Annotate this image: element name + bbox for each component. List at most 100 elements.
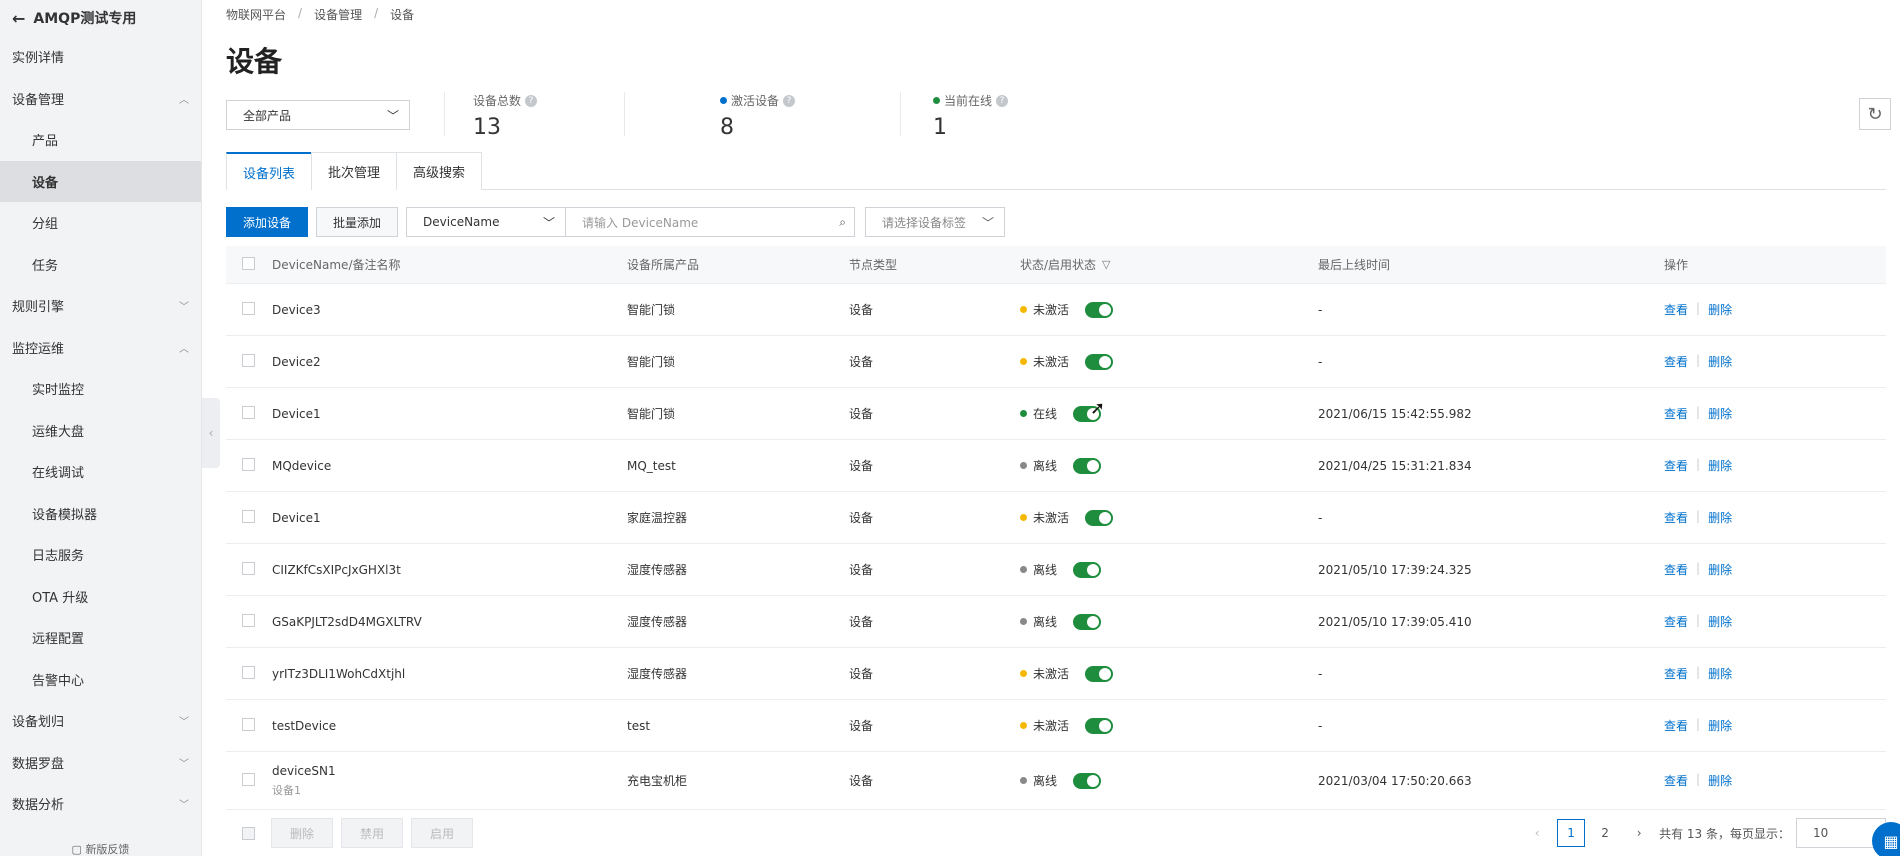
sidebar-item[interactable]: 运维大盘 (0, 410, 201, 452)
add-device-button[interactable]: 添加设备 (226, 207, 309, 237)
enable-toggle[interactable] (1073, 561, 1102, 578)
view-link[interactable]: 查看 (1664, 772, 1688, 789)
delete-link[interactable]: 删除 (1708, 717, 1732, 734)
row-checkbox[interactable] (242, 301, 255, 315)
device-name[interactable]: Device1 (272, 511, 627, 525)
sidebar-item[interactable]: 设备模拟器 (0, 493, 201, 535)
select-all-checkbox[interactable] (242, 256, 255, 270)
filter-icon[interactable]: ▽ (1102, 258, 1110, 271)
search-input[interactable]: 请输入 DeviceName ⌕ (565, 207, 856, 237)
delete-link[interactable]: 删除 (1708, 665, 1732, 682)
prev-page-icon[interactable]: ‹ (1523, 819, 1551, 847)
view-link[interactable]: 查看 (1664, 457, 1688, 474)
help-icon[interactable]: ? (996, 94, 1009, 107)
mouse-cursor-icon: ➚ (1090, 398, 1106, 419)
row-checkbox[interactable] (242, 353, 255, 367)
view-link[interactable]: 查看 (1664, 301, 1688, 318)
sidebar-item[interactable]: OTA 升级 (0, 576, 201, 618)
delete-link[interactable]: 删除 (1708, 561, 1732, 578)
device-name[interactable]: deviceSN1 (272, 764, 627, 778)
sidebar-item[interactable]: 分组 (0, 202, 201, 244)
sidebar-item[interactable]: 数据罗盘 ﹀ (0, 742, 201, 784)
view-link[interactable]: 查看 (1664, 405, 1688, 422)
sidebar-item[interactable]: 在线调试 (0, 451, 201, 493)
sidebar-item[interactable]: 设备划归 ﹀ (0, 700, 201, 742)
select-all-checkbox-footer[interactable] (242, 826, 255, 840)
tab-advanced-search[interactable]: 高级搜索 (396, 152, 483, 190)
row-checkbox[interactable] (242, 717, 255, 731)
bulk-disable-button[interactable]: 禁用 (341, 818, 404, 848)
delete-link[interactable]: 删除 (1708, 457, 1732, 474)
search-field-select[interactable]: DeviceName ﹀ (406, 207, 567, 237)
delete-link[interactable]: 删除 (1708, 301, 1732, 318)
delete-link[interactable]: 删除 (1708, 353, 1732, 370)
sidebar-header[interactable]: ← AMQP测试专用 (0, 0, 201, 36)
bulk-delete-button[interactable]: 删除 (271, 818, 334, 848)
sidebar-item[interactable]: 告警中心 (0, 659, 201, 701)
view-link[interactable]: 查看 (1664, 509, 1688, 526)
sidebar-item[interactable]: 任务 (0, 244, 201, 286)
device-name[interactable]: yrITz3DLI1WohCdXtjhl (272, 667, 627, 681)
sidebar-item[interactable]: 设备 (0, 160, 201, 202)
view-link[interactable]: 查看 (1664, 561, 1688, 578)
device-name[interactable]: testDevice (272, 719, 627, 733)
device-name[interactable]: Device1 (272, 407, 627, 421)
sidebar-item[interactable]: 实例详情 (0, 36, 201, 78)
row-checkbox[interactable] (242, 772, 255, 786)
help-icon[interactable]: ? (783, 94, 796, 107)
view-link[interactable]: 查看 (1664, 353, 1688, 370)
page-button[interactable]: 1 (1557, 819, 1586, 847)
enable-toggle[interactable] (1085, 353, 1114, 370)
breadcrumb-item[interactable]: 设备管理 (314, 6, 362, 23)
enable-toggle[interactable] (1085, 301, 1114, 318)
sidebar-collapse-handle[interactable]: ‹ (202, 398, 220, 468)
batch-add-button[interactable]: 批量添加 (316, 207, 399, 237)
next-page-icon[interactable]: › (1625, 819, 1653, 847)
sidebar-item[interactable]: 远程配置 (0, 617, 201, 659)
row-checkbox[interactable] (242, 665, 255, 679)
row-checkbox[interactable] (242, 405, 255, 419)
sidebar-item[interactable]: 产品 (0, 119, 201, 161)
enable-toggle[interactable] (1085, 509, 1114, 526)
enable-toggle[interactable] (1085, 665, 1114, 682)
sidebar-item[interactable]: 日志服务 (0, 534, 201, 576)
refresh-button[interactable]: ↻ (1859, 98, 1891, 130)
tab-batch-manage[interactable]: 批次管理 (311, 152, 398, 190)
help-icon[interactable]: ? (525, 94, 538, 107)
enable-toggle[interactable] (1073, 457, 1102, 474)
enable-toggle[interactable] (1073, 772, 1102, 789)
view-link[interactable]: 查看 (1664, 717, 1688, 734)
bulk-enable-button[interactable]: 启用 (411, 818, 474, 848)
enable-toggle[interactable] (1073, 613, 1102, 630)
device-name[interactable]: GSaKPJLT2sdD4MGXLTRV (272, 615, 627, 629)
delete-link[interactable]: 删除 (1708, 405, 1732, 422)
view-link[interactable]: 查看 (1664, 665, 1688, 682)
search-icon[interactable]: ⌕ (839, 215, 846, 230)
feedback-link[interactable]: ▢ 新版反馈 (0, 842, 201, 856)
breadcrumb-item[interactable]: 物联网平台 (226, 6, 286, 23)
device-name[interactable]: CIIZKfCsXIPcJxGHXl3t (272, 563, 627, 577)
row-checkbox[interactable] (242, 457, 255, 471)
sidebar-item[interactable]: 实时监控 (0, 368, 201, 410)
delete-link[interactable]: 删除 (1708, 613, 1732, 630)
device-name[interactable]: Device3 (272, 303, 627, 317)
grid-menu-button[interactable]: ▦ (1872, 822, 1900, 856)
tab-device-list[interactable]: 设备列表 (226, 152, 313, 190)
sidebar-item[interactable]: 数据分析 ﹀ (0, 783, 201, 825)
device-name[interactable]: MQdevice (272, 459, 627, 473)
view-link[interactable]: 查看 (1664, 613, 1688, 630)
page-button[interactable]: 2 (1591, 819, 1619, 847)
delete-link[interactable]: 删除 (1708, 772, 1732, 789)
device-name[interactable]: Device2 (272, 355, 627, 369)
enable-toggle[interactable] (1085, 717, 1114, 734)
back-arrow-icon[interactable]: ← (12, 9, 25, 28)
row-checkbox[interactable] (242, 613, 255, 627)
row-checkbox[interactable] (242, 561, 255, 575)
tag-select[interactable]: 请选择设备标签 ﹀ (865, 207, 1006, 237)
sidebar-item[interactable]: 监控运维 ︿ (0, 327, 201, 369)
delete-link[interactable]: 删除 (1708, 509, 1732, 526)
product-select[interactable]: 全部产品 ﹀ (226, 100, 410, 130)
sidebar-item[interactable]: 设备管理 ︿ (0, 78, 201, 120)
sidebar-item[interactable]: 规则引擎 ﹀ (0, 285, 201, 327)
row-checkbox[interactable] (242, 509, 255, 523)
